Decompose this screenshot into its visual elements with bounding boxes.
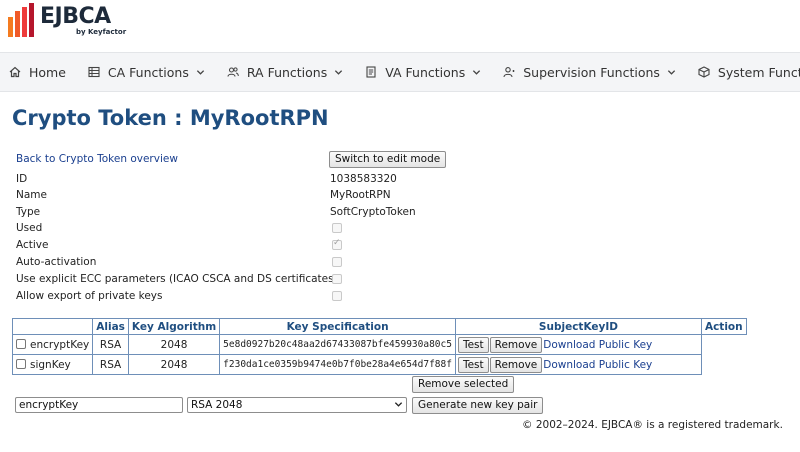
nav-va-functions[interactable]: VA Functions <box>365 65 481 80</box>
details-row-id: ID 1038583320 <box>16 172 576 188</box>
download-public-key-link[interactable]: Download Public Key <box>543 359 652 371</box>
action-cell: Test Remove Download Public Key <box>454 354 702 375</box>
table-row: encryptKey RSA 2048 5e8d0927b20c48aa2d67… <box>11 334 747 355</box>
details-row-used: Used <box>16 221 576 237</box>
chevron-down-icon <box>335 69 343 75</box>
test-key-button[interactable]: Test <box>457 356 489 373</box>
users-icon <box>227 67 239 77</box>
id-label: ID <box>16 173 28 185</box>
autoactivation-checkbox <box>332 257 342 267</box>
new-key-alias-input[interactable] <box>15 397 183 413</box>
switch-to-edit-mode-button[interactable]: Switch to edit mode <box>329 151 447 168</box>
details-row-type: Type SoftCryptoToken <box>16 205 576 221</box>
row-select-cell: encryptKey <box>11 334 94 355</box>
ejbca-logo-mark <box>8 3 34 37</box>
spec-cell: 2048 <box>127 334 221 355</box>
table-row: signKey RSA 2048 f230da1ce0359b9474e0b7f… <box>11 354 747 375</box>
document-icon <box>366 66 376 78</box>
autoactivation-label: Auto-activation <box>16 256 97 268</box>
details-row-export: Allow export of private keys <box>16 289 576 305</box>
details-row-name: Name MyRootRPN <box>16 188 576 204</box>
nav-home-label: Home <box>29 64 66 80</box>
chevron-down-icon <box>473 69 481 75</box>
header-subject-key-id: SubjectKeyID <box>454 318 702 335</box>
list-icon <box>88 66 100 78</box>
key-pairs-table: Alias Key Algorithm Key Specification Su… <box>11 318 747 375</box>
subject-key-id-cell: f230da1ce0359b9474e0b7f0be28a4e654d7f88f <box>219 354 456 375</box>
ecc-label: Use explicit ECC parameters (ICAO CSCA a… <box>16 273 338 285</box>
details-row-back: Back to Crypto Token overview Switch to … <box>16 151 576 168</box>
footer-copyright: © 2002–2024. EJBCA® is a registered trad… <box>522 419 783 431</box>
remove-selected-button[interactable]: Remove selected <box>412 376 515 393</box>
nav-supervision-label: Supervision Functions <box>523 64 660 80</box>
type-label: Type <box>16 206 41 218</box>
used-checkbox <box>332 223 342 233</box>
generate-key-pair-button[interactable]: Generate new key pair <box>412 397 544 414</box>
nav-system-label: System Functions <box>717 64 800 80</box>
export-checkbox <box>332 291 342 301</box>
id-value: 1038583320 <box>330 173 397 185</box>
algorithm-cell: RSA <box>92 334 129 355</box>
ejbca-logo[interactable]: EJBCA by Keyfactor <box>6 3 126 39</box>
download-public-key-link[interactable]: Download Public Key <box>543 339 652 351</box>
row-select-checkbox[interactable] <box>16 338 26 349</box>
name-value: MyRootRPN <box>330 189 391 201</box>
details-row-autoactivation: Auto-activation <box>16 255 576 271</box>
remove-key-button[interactable]: Remove <box>489 336 543 353</box>
nav-ra-label: RA Functions <box>246 64 328 80</box>
used-label: Used <box>16 222 43 234</box>
chevron-down-icon <box>196 69 204 75</box>
remove-key-button[interactable]: Remove <box>489 356 543 373</box>
type-value: SoftCryptoToken <box>330 206 416 218</box>
details-row-ecc: Use explicit ECC parameters (ICAO CSCA a… <box>16 272 576 288</box>
nav-ra-functions[interactable]: RA Functions <box>227 65 343 80</box>
row-select-cell: signKey <box>11 354 94 375</box>
alias-cell: signKey <box>30 358 71 371</box>
page-title: Crypto Token : MyRootRPN <box>12 106 329 130</box>
table-header-row: Alias Key Algorithm Key Specification Su… <box>11 318 747 335</box>
algorithm-cell: RSA <box>92 354 129 375</box>
chevron-down-icon <box>394 402 403 407</box>
nav-supervision-functions[interactable]: Supervision Functions <box>503 65 676 80</box>
main-nav: Home CA Functions RA Functions VA Functi… <box>0 52 800 92</box>
header-alias: Alias <box>92 318 129 335</box>
action-cell: Test Remove Download Public Key <box>454 334 702 355</box>
nav-ca-functions[interactable]: CA Functions <box>88 65 205 80</box>
export-label: Allow export of private keys <box>16 290 163 302</box>
cube-icon <box>698 66 710 78</box>
back-to-overview-link[interactable]: Back to Crypto Token overview <box>16 153 178 165</box>
chevron-down-icon <box>667 69 676 75</box>
nav-home[interactable]: Home <box>9 65 66 80</box>
details-row-active: Active <box>16 238 576 254</box>
key-spec-select[interactable]: RSA 2048 <box>187 397 407 413</box>
brand-byline: by Keyfactor <box>76 28 127 36</box>
home-icon <box>9 66 21 78</box>
key-spec-selected: RSA 2048 <box>191 399 243 411</box>
app-header: EJBCA by Keyfactor <box>0 0 800 52</box>
brand-name: EJBCA <box>40 4 111 29</box>
header-key-specification: Key Specification <box>219 318 456 335</box>
row-select-checkbox[interactable] <box>16 358 26 369</box>
nav-ca-label: CA Functions <box>107 64 189 80</box>
active-checkbox <box>332 238 342 250</box>
header-select <box>11 318 94 335</box>
header-key-algorithm: Key Algorithm <box>127 318 221 335</box>
nav-va-label: VA Functions <box>385 64 466 80</box>
active-label: Active <box>16 239 49 251</box>
test-key-button[interactable]: Test <box>457 336 489 353</box>
user-icon <box>503 67 515 78</box>
name-label: Name <box>16 189 47 201</box>
alias-cell: encryptKey <box>30 338 90 351</box>
subject-key-id-cell: 5e8d0927b20c48aa2d67433087bfe459930a80c5 <box>219 334 456 355</box>
header-action: Action <box>700 318 747 335</box>
spec-cell: 2048 <box>127 354 221 375</box>
ecc-checkbox <box>332 274 342 284</box>
nav-system-functions[interactable]: System Functions <box>698 65 800 80</box>
